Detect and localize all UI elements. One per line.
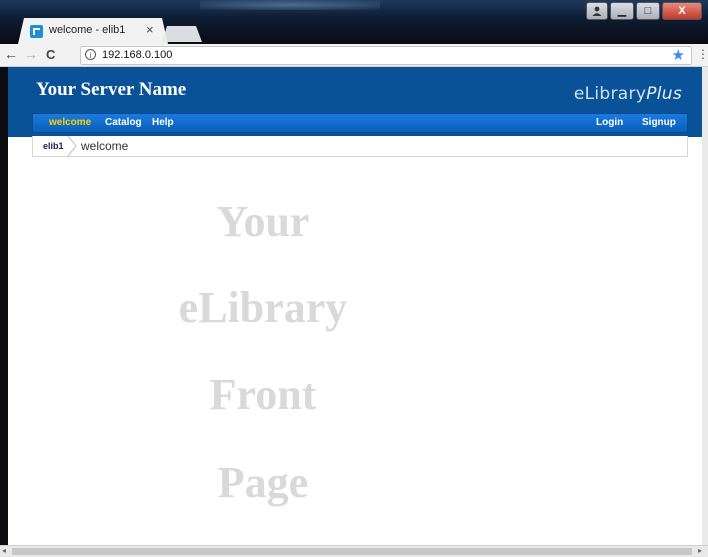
- nav-signup[interactable]: Signup: [642, 117, 676, 128]
- new-tab-button[interactable]: [162, 26, 202, 42]
- user-profile-button[interactable]: [586, 2, 608, 20]
- front-page-line-3: Front: [209, 370, 317, 419]
- brand-logo: eLibraryPlus: [574, 84, 682, 104]
- browser-toolbar: ← → C i 192.168.0.100 ★ ⋮: [0, 44, 708, 67]
- breadcrumb-home[interactable]: elib1: [43, 141, 64, 151]
- tab-close-icon[interactable]: ×: [146, 22, 154, 37]
- scroll-left-icon[interactable]: ◂: [2, 546, 6, 555]
- front-page-line-1: Your: [216, 197, 310, 246]
- brand-plus: Plus: [646, 84, 682, 104]
- nav-welcome[interactable]: welcome: [49, 117, 91, 128]
- address-bar[interactable]: i 192.168.0.100 ★: [80, 46, 692, 65]
- nav-help[interactable]: Help: [152, 117, 174, 128]
- breadcrumb: elib1 welcome: [32, 136, 688, 157]
- browser-titlebar: welcome - elib1 × ▁ □ X: [0, 0, 708, 44]
- horizontal-scrollbar[interactable]: ◂ ▸: [0, 545, 708, 557]
- titlebar-glow: [200, 0, 380, 10]
- tab-title: welcome - elib1: [49, 24, 126, 36]
- reload-button[interactable]: C: [46, 47, 55, 62]
- breadcrumb-current: welcome: [81, 139, 129, 153]
- close-window-button[interactable]: X: [662, 2, 702, 20]
- scroll-right-icon[interactable]: ▸: [698, 546, 702, 555]
- front-page-line-4: Page: [217, 458, 309, 507]
- forward-button[interactable]: →: [24, 46, 38, 62]
- vertical-scrollbar[interactable]: [702, 67, 708, 545]
- site-favicon-icon: [30, 25, 43, 38]
- window-controls: ▁ □ X: [586, 2, 702, 20]
- url-text[interactable]: 192.168.0.100: [102, 49, 172, 61]
- scrollbar-thumb[interactable]: [12, 548, 692, 555]
- browser-menu-icon[interactable]: ⋮: [697, 47, 708, 61]
- info-icon[interactable]: i: [85, 49, 96, 60]
- page-viewport: Your Server Name eLibraryPlus welcome Ca…: [8, 67, 702, 545]
- front-page-line-2: eLibrary: [178, 283, 348, 332]
- nav-login[interactable]: Login: [596, 117, 623, 128]
- site-header: Your Server Name eLibraryPlus welcome Ca…: [8, 67, 702, 137]
- minimize-button[interactable]: ▁: [610, 2, 634, 20]
- browser-tab[interactable]: welcome - elib1 ×: [18, 18, 168, 44]
- breadcrumb-separator-icon: [67, 136, 77, 156]
- brand-main: eLibrary: [573, 84, 647, 104]
- back-button[interactable]: ←: [4, 46, 18, 62]
- maximize-button[interactable]: □: [636, 2, 660, 20]
- server-name: Your Server Name: [36, 79, 187, 100]
- user-icon: [592, 6, 602, 16]
- bookmark-star-icon[interactable]: ★: [672, 46, 685, 64]
- main-navbar: welcome Catalog Help Login Signup: [32, 113, 688, 133]
- nav-catalog[interactable]: Catalog: [105, 117, 142, 128]
